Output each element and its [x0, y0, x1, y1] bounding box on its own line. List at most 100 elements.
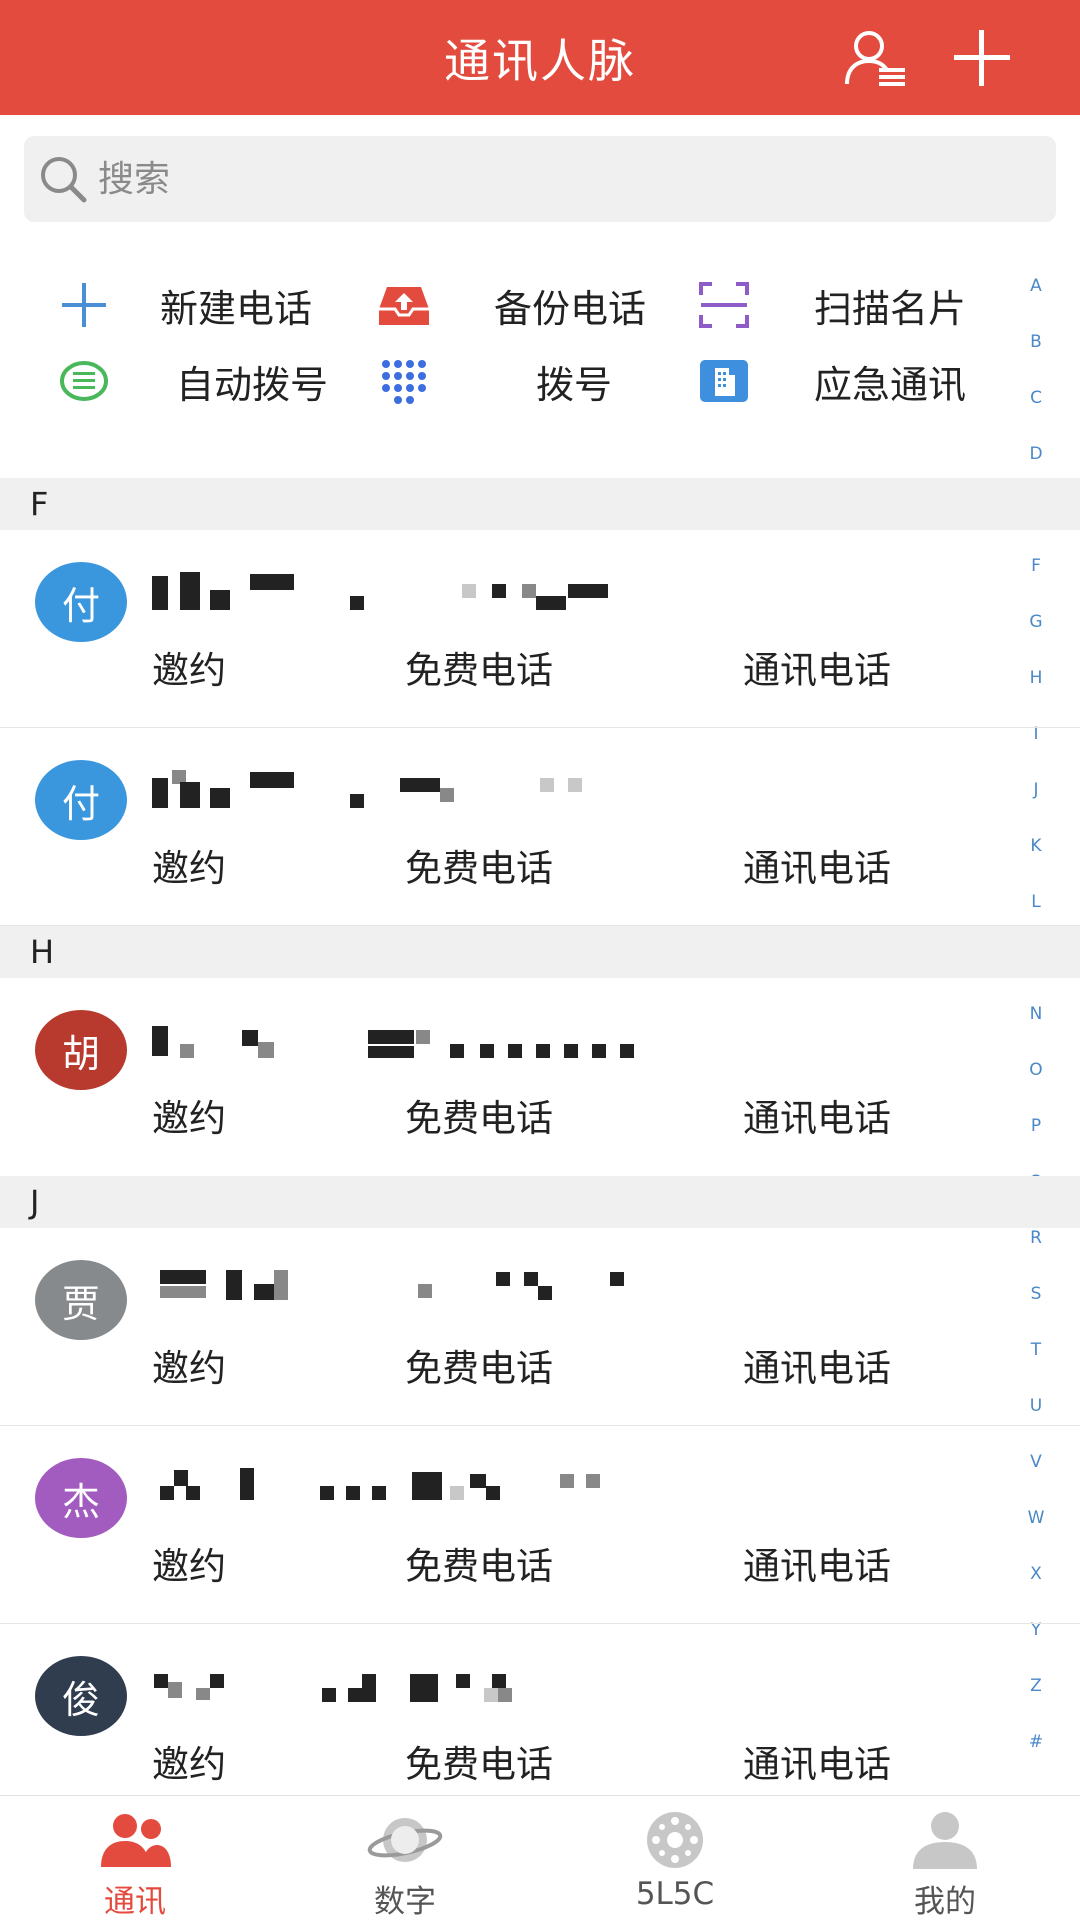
contact-row[interactable]: 贾 邀约 免费电话 通讯电话 — [0, 1228, 1080, 1426]
avatar: 付 — [35, 760, 127, 840]
index-letter[interactable]: T — [1016, 1340, 1056, 1360]
index-letter[interactable]: U — [1016, 1396, 1056, 1416]
avatar: 贾 — [35, 1260, 127, 1340]
tab-mine[interactable]: 我的 — [810, 1796, 1080, 1921]
search-input[interactable] — [98, 158, 998, 200]
index-letter[interactable]: S — [1016, 1284, 1056, 1304]
dialpad-icon — [374, 351, 434, 411]
dialpad-action[interactable]: 拨号 — [374, 346, 664, 416]
scan-icon — [694, 275, 754, 335]
comm-call-button[interactable]: 通讯电话 — [743, 1338, 891, 1392]
avatar: 杰 — [35, 1458, 127, 1538]
index-letter[interactable]: X — [1016, 1564, 1056, 1584]
quick-action-label: 新建电话 — [160, 286, 313, 331]
index-letter[interactable]: L — [1016, 892, 1056, 912]
section-header-f: F — [0, 478, 1080, 530]
disc-icon — [635, 1808, 715, 1872]
backup-contacts-action[interactable]: 备份电话 — [374, 270, 664, 340]
contact-actions: 邀约 免费电话 通讯电话 — [0, 640, 1010, 692]
auto-dial-action[interactable]: 自动拨号 — [54, 346, 344, 416]
tab-label: 数字 — [374, 1884, 436, 1920]
index-letter[interactable]: F — [1016, 556, 1056, 576]
section-header-h: H — [0, 926, 1080, 978]
invite-button[interactable]: 邀约 — [152, 1734, 226, 1788]
free-call-button[interactable]: 免费电话 — [405, 1536, 553, 1590]
contact-row[interactable]: 俊 邀约 免费电话 通讯电话 — [0, 1624, 1010, 1822]
tab-label: 5L5C — [635, 1876, 715, 1912]
free-call-button[interactable]: 免费电话 — [405, 1088, 553, 1142]
comm-call-button[interactable]: 通讯电话 — [743, 1734, 891, 1788]
tab-label: 我的 — [914, 1884, 976, 1920]
contact-name-redacted — [150, 764, 660, 824]
invite-button[interactable]: 邀约 — [152, 838, 226, 892]
free-call-button[interactable]: 免费电话 — [405, 838, 553, 892]
section-header-j: J — [0, 1176, 1080, 1228]
app-header: 通讯人脉 — [0, 0, 1080, 115]
contact-row[interactable]: 杰 邀约 免费电话 通讯电话 — [0, 1426, 1080, 1624]
contact-row[interactable]: 胡 邀约 免费电话 通讯电话 — [0, 978, 1010, 1176]
contact-row[interactable]: 付 邀约 免费电话 通讯电话 — [0, 728, 1080, 926]
emergency-contact-action[interactable]: 应急通讯 — [694, 346, 984, 416]
index-letter[interactable]: B — [1016, 332, 1056, 352]
index-letter[interactable]: W — [1016, 1508, 1056, 1528]
contact-name-redacted — [150, 1462, 660, 1522]
free-call-button[interactable]: 免费电话 — [405, 640, 553, 694]
contact-actions: 邀约 免费电话 通讯电话 — [0, 1338, 1010, 1390]
add-button[interactable] — [946, 22, 1018, 94]
comm-call-button[interactable]: 通讯电话 — [743, 1088, 891, 1142]
invite-button[interactable]: 邀约 — [152, 1536, 226, 1590]
invite-button[interactable]: 邀约 — [152, 1088, 226, 1142]
index-letter[interactable]: C — [1016, 388, 1056, 408]
contact-actions: 邀约 免费电话 通讯电话 — [0, 838, 1010, 890]
contact-name-redacted — [150, 1264, 660, 1324]
invite-button[interactable]: 邀约 — [152, 1338, 226, 1392]
index-letter[interactable]: D — [1016, 444, 1056, 464]
index-letter[interactable]: P — [1016, 1116, 1056, 1136]
auto-dial-icon — [54, 351, 114, 411]
index-letter[interactable]: # — [1016, 1732, 1056, 1752]
index-letter[interactable]: A — [1016, 276, 1056, 296]
index-letter[interactable]: N — [1016, 1004, 1056, 1024]
comm-call-button[interactable]: 通讯电话 — [743, 640, 891, 694]
index-letter[interactable]: J — [1016, 780, 1056, 800]
scan-card-action[interactable]: 扫描名片 — [694, 270, 984, 340]
tab-label: 通讯 — [104, 1884, 166, 1920]
avatar: 俊 — [35, 1656, 127, 1736]
free-call-button[interactable]: 免费电话 — [405, 1338, 553, 1392]
free-call-button[interactable]: 免费电话 — [405, 1734, 553, 1788]
tab-5l5c[interactable]: 5L5C — [540, 1796, 810, 1921]
index-letter[interactable]: K — [1016, 836, 1056, 856]
cloud-upload-icon — [374, 275, 434, 335]
planet-icon — [365, 1808, 445, 1872]
contact-name-redacted — [150, 1660, 660, 1720]
quick-action-label: 备份电话 — [494, 286, 647, 331]
tab-digital[interactable]: 数字 — [270, 1796, 540, 1921]
contact-actions: 邀约 免费电话 通讯电话 — [0, 1088, 1010, 1140]
index-letter[interactable]: O — [1016, 1060, 1056, 1080]
avatar: 胡 — [35, 1010, 127, 1090]
quick-action-label: 应急通讯 — [814, 362, 967, 407]
quick-actions: 新建电话 备份电话 扫描名片 自动拨号 拨号 应急通讯 — [0, 270, 1010, 470]
bottom-nav: 通讯 数字 5L5C 我的 — [0, 1795, 1080, 1920]
contact-manage-button[interactable] — [840, 22, 912, 94]
avatar: 付 — [35, 562, 127, 642]
index-letter[interactable]: H — [1016, 668, 1056, 688]
building-icon — [694, 351, 754, 411]
index-letter[interactable]: Z — [1016, 1676, 1056, 1696]
comm-call-button[interactable]: 通讯电话 — [743, 838, 891, 892]
tab-contacts[interactable]: 通讯 — [0, 1796, 270, 1921]
quick-action-label: 拨号 — [536, 362, 613, 407]
contact-list-icon — [845, 31, 905, 86]
profile-icon — [905, 1808, 985, 1872]
plus-icon — [54, 275, 114, 335]
search-bar[interactable] — [24, 136, 1056, 222]
index-letter[interactable]: R — [1016, 1228, 1056, 1248]
index-letter[interactable]: V — [1016, 1452, 1056, 1472]
contact-row[interactable]: 付 邀约 免费电话 通讯电话 — [0, 530, 1080, 728]
invite-button[interactable]: 邀约 — [152, 640, 226, 694]
new-contact-action[interactable]: 新建电话 — [54, 270, 344, 340]
quick-action-label: 扫描名片 — [814, 286, 967, 331]
index-letter[interactable]: G — [1016, 612, 1056, 632]
search-icon — [41, 157, 87, 203]
comm-call-button[interactable]: 通讯电话 — [743, 1536, 891, 1590]
